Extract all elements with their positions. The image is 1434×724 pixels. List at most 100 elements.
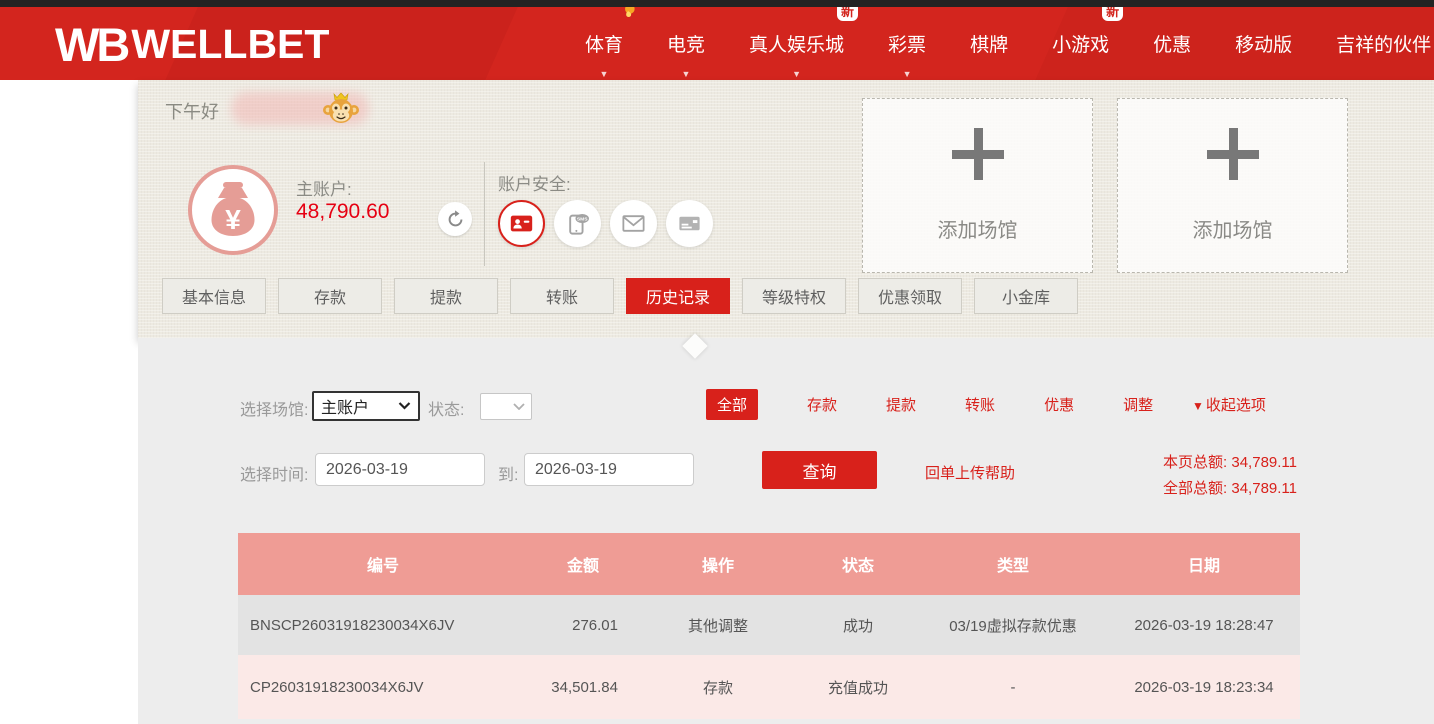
nav-item-label: 棋牌 bbox=[970, 35, 1008, 56]
type-filter-link[interactable]: 存款 bbox=[807, 394, 837, 415]
type-filter-link[interactable]: 提款 bbox=[886, 394, 916, 415]
table-header-cell: 编号 bbox=[238, 552, 528, 576]
page-total-label: 本页总额: bbox=[1163, 454, 1227, 471]
venue-select[interactable]: 主账户 bbox=[312, 391, 420, 421]
query-button[interactable]: 查询 bbox=[762, 451, 877, 489]
nav-item[interactable]: 移动版 bbox=[1235, 30, 1292, 57]
all-total-line: 全部总额: 34,789.11 bbox=[1163, 476, 1297, 502]
account-security-label: 账户安全: bbox=[498, 170, 571, 195]
table-header-row: 编号 金额 操作 状态 类型 日期 bbox=[238, 533, 1300, 595]
main-account-label: 主账户: bbox=[296, 175, 352, 200]
nav-item-label: 真人娱乐城 bbox=[749, 35, 844, 56]
receipt-upload-help-link[interactable]: 回单上传帮助 bbox=[925, 462, 1015, 483]
type-filter-link[interactable]: 优惠 bbox=[1044, 394, 1074, 415]
tab-label: 存款 bbox=[314, 284, 346, 308]
refresh-icon bbox=[446, 210, 465, 229]
account-tab[interactable]: 等级特权 bbox=[742, 278, 846, 314]
collapse-options-link[interactable]: ▼收起选项 bbox=[1192, 394, 1266, 415]
bank-card-security-button[interactable] bbox=[666, 200, 713, 247]
type-filter-label: 调整 bbox=[1123, 397, 1153, 414]
table-header-cell: 日期 bbox=[1108, 552, 1300, 576]
plus-icon bbox=[1207, 128, 1259, 180]
nav-item[interactable]: 彩票 ▼ bbox=[888, 30, 926, 57]
main-nav-bar: WB WELLBET 体育 ▼ 电竞 ▼ 新 真人娱乐城 ▼ bbox=[0, 7, 1434, 80]
plus-icon bbox=[952, 128, 1004, 180]
type-filter-label: 全部 bbox=[717, 397, 747, 414]
money-bag-icon: ¥ bbox=[188, 165, 278, 255]
chevron-down-icon bbox=[398, 402, 411, 410]
tab-label: 小金库 bbox=[1002, 284, 1050, 308]
add-venue-button[interactable]: 添加场馆 bbox=[862, 98, 1093, 273]
sms-phone-icon: SMS bbox=[564, 210, 591, 237]
venue-select-value: 主账户 bbox=[321, 394, 369, 418]
account-tab[interactable]: 小金库 bbox=[974, 278, 1078, 314]
account-tab[interactable]: 提款 bbox=[394, 278, 498, 314]
refresh-balance-button[interactable] bbox=[438, 202, 472, 236]
logo-monogram: WB bbox=[55, 17, 127, 72]
new-badge: 新 bbox=[837, 7, 858, 21]
table-row: BNSCP26031918230034X6JV 276.01 其他调整 成功 0… bbox=[238, 595, 1300, 655]
greeting-text: 下午好 bbox=[165, 98, 219, 124]
cell-status: 充值成功 bbox=[798, 677, 918, 698]
nav-item-label: 电竞 bbox=[667, 35, 705, 56]
security-icons-row: SMS bbox=[498, 200, 713, 247]
new-badge: 新 bbox=[1102, 7, 1123, 21]
cell-id: BNSCP26031918230034X6JV bbox=[238, 617, 528, 634]
nav-item-label: 优惠 bbox=[1153, 35, 1191, 56]
nav-item[interactable]: 新 小游戏 bbox=[1052, 30, 1109, 57]
sms-security-button[interactable]: SMS bbox=[554, 200, 601, 247]
account-tab[interactable]: 基本信息 bbox=[162, 278, 266, 314]
chevron-down-icon: ▼ bbox=[792, 69, 801, 79]
nav-item[interactable]: 电竞 ▼ bbox=[667, 30, 705, 57]
account-tab[interactable]: 历史记录 bbox=[626, 278, 730, 314]
nav-item-label: 移动版 bbox=[1235, 35, 1292, 56]
wellbet-logo[interactable]: WB WELLBET bbox=[55, 19, 329, 69]
type-filter-link[interactable]: 调整 bbox=[1123, 394, 1153, 415]
table-header-cell: 状态 bbox=[798, 552, 918, 576]
email-security-button[interactable] bbox=[610, 200, 657, 247]
history-table: 编号 金额 操作 状态 类型 日期 BNSCP26031918230034X6J… bbox=[238, 533, 1300, 719]
table-header-cell: 操作 bbox=[638, 552, 798, 576]
type-filter-link[interactable]: 全部 bbox=[706, 389, 758, 420]
account-tab[interactable]: 存款 bbox=[278, 278, 382, 314]
chevron-down-icon: ▼ bbox=[600, 69, 609, 79]
page-total-value: 34,789.11 bbox=[1231, 454, 1297, 471]
flame-icon bbox=[617, 7, 639, 30]
type-filter-link[interactable]: 转账 bbox=[965, 394, 995, 415]
status-filter-label: 状态: bbox=[428, 396, 464, 420]
tab-label: 历史记录 bbox=[646, 284, 710, 308]
table-header-cell: 金额 bbox=[528, 552, 638, 576]
date-to-input[interactable] bbox=[524, 453, 694, 486]
nav-item[interactable]: 吉祥的伙伴 bbox=[1336, 30, 1431, 57]
nav-item[interactable]: 体育 ▼ bbox=[585, 30, 623, 57]
add-venue-button[interactable]: 添加场馆 bbox=[1117, 98, 1348, 273]
to-label: 到: bbox=[498, 461, 518, 485]
nav-item[interactable]: 棋牌 bbox=[970, 30, 1008, 57]
status-select[interactable] bbox=[480, 393, 532, 420]
chevron-down-icon: ▼ bbox=[682, 69, 691, 79]
type-filter-label: 转账 bbox=[965, 397, 995, 414]
cell-amount: 34,501.84 bbox=[528, 679, 638, 696]
cell-date: 2026-03-19 18:28:47 bbox=[1108, 617, 1300, 634]
nav-item[interactable]: 优惠 bbox=[1153, 30, 1191, 57]
divider bbox=[484, 162, 485, 266]
tab-label: 等级特权 bbox=[762, 284, 826, 308]
date-from-input[interactable] bbox=[315, 453, 485, 486]
idcard-icon bbox=[508, 210, 535, 237]
account-tab[interactable]: 优惠领取 bbox=[858, 278, 962, 314]
all-total-value: 34,789.11 bbox=[1231, 480, 1297, 497]
idcard-security-button[interactable] bbox=[498, 200, 545, 247]
cell-date: 2026-03-19 18:23:34 bbox=[1108, 679, 1300, 696]
all-total-label: 全部总额: bbox=[1163, 480, 1227, 497]
tab-label: 基本信息 bbox=[182, 284, 246, 308]
account-tab[interactable]: 转账 bbox=[510, 278, 614, 314]
venue-filter-label: 选择场馆: bbox=[240, 396, 308, 420]
nav-item[interactable]: 新 真人娱乐城 ▼ bbox=[749, 30, 844, 57]
cell-type: 03/19虚拟存款优惠 bbox=[918, 615, 1108, 636]
cell-type: - bbox=[918, 679, 1108, 696]
collapse-options-label: 收起选项 bbox=[1206, 397, 1266, 414]
bank-card-icon bbox=[676, 210, 703, 237]
totals-block: 本页总额: 34,789.11 全部总额: 34,789.11 bbox=[1163, 450, 1297, 502]
main-nav: 体育 ▼ 电竞 ▼ 新 真人娱乐城 ▼ 彩票 ▼ bbox=[585, 7, 1431, 80]
add-venue-label: 添加场馆 bbox=[938, 214, 1018, 243]
